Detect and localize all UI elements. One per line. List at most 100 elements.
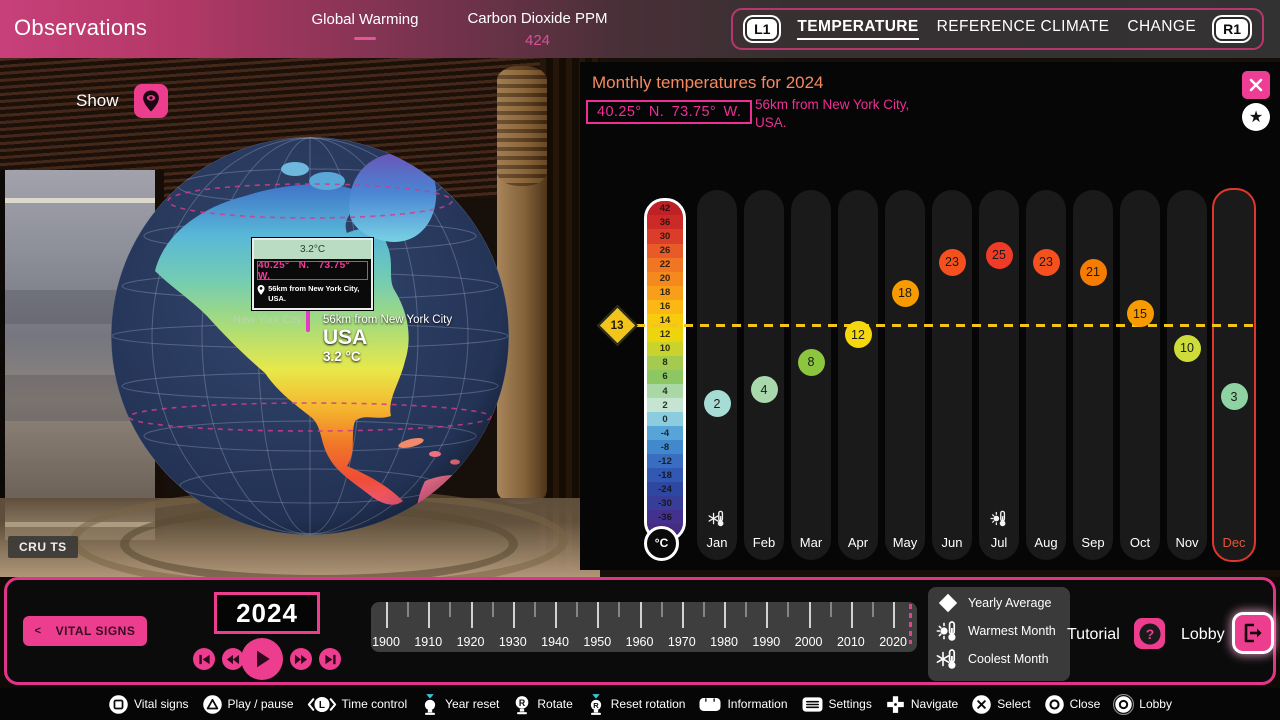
tooltip-coordinates: 40.25° N. 73.75° W. (257, 261, 368, 280)
timeline-tick-1975 (703, 602, 705, 617)
month-column-aug[interactable]: Aug (1026, 190, 1066, 560)
tab-change[interactable]: CHANGE (1127, 18, 1196, 40)
controller-hint-bar: Vital signsPlay / pauseLTime controlYear… (0, 688, 1280, 720)
timeline-cursor[interactable] (909, 604, 912, 644)
warmest-month-icon (979, 509, 1019, 528)
fast-forward-icon (294, 653, 308, 666)
timeline-tick-1920 (471, 602, 473, 628)
timeline-year-1900: 1900 (372, 635, 400, 649)
tab-reference-climate[interactable]: REFERENCE CLIMATE (937, 18, 1110, 40)
lobby-exit-button[interactable] (1235, 615, 1271, 651)
timeline-year-2020: 2020 (879, 635, 907, 649)
timeline-tick-1960 (640, 602, 642, 628)
hint-label: Select (997, 697, 1030, 711)
cross-button-icon (971, 694, 992, 715)
vital-signs-button[interactable]: < VITAL SIGNS (23, 616, 147, 646)
thermometer-tick--12: -12 (647, 454, 683, 468)
show-pins-button[interactable] (134, 84, 168, 118)
year-timeline[interactable]: 1900191019201930194019501960197019801990… (371, 602, 917, 652)
timeline-tick-1970 (682, 602, 684, 628)
timeline-tick-1985 (745, 602, 747, 617)
skip-to-end-button[interactable] (319, 648, 341, 670)
temperature-globe[interactable] (95, 121, 525, 551)
coolest-month-icon (697, 509, 737, 528)
l-button-arrows-icon: L (307, 694, 337, 715)
month-column-jan[interactable]: Jan (697, 190, 737, 560)
panel-location-line1: 56km from New York City, (755, 96, 909, 114)
thermometer-tick-8: 8 (647, 356, 683, 370)
touchpad-icon (698, 695, 722, 714)
hint-time-control: L Time control (307, 694, 408, 715)
thermometer-tick-30: 30 (647, 229, 683, 243)
month-column-dec[interactable]: Dec (1212, 188, 1256, 562)
tab-list: TEMPERATURE REFERENCE CLIMATE CHANGE (797, 18, 1196, 40)
month-column-may[interactable]: May (885, 190, 925, 560)
month-column-feb[interactable]: Feb (744, 190, 784, 560)
distance-label: 56km from New York City (323, 314, 452, 326)
legend-row-yearly-average: Yearly Average (928, 589, 1070, 617)
month-column-apr[interactable]: Apr (838, 190, 878, 560)
show-label: Show (76, 91, 119, 111)
legend-label: Yearly Average (968, 596, 1051, 610)
stick-right-icon: R (512, 693, 532, 716)
thermometer-tick-42: 42 (647, 201, 683, 215)
vital-signs-label: VITAL SIGNS (56, 624, 136, 638)
skip-end-icon (324, 653, 337, 666)
timeline-tick-1930 (513, 602, 515, 628)
timeline-year-1980: 1980 (710, 635, 738, 649)
thermometer-tick-26: 26 (647, 244, 683, 258)
hint-vital-signs: Vital signs (108, 694, 188, 715)
thermometer-tick-22: 22 (647, 258, 683, 272)
month-column-sep[interactable]: Sep (1073, 190, 1113, 560)
month-label-dec: Dec (1214, 535, 1254, 550)
timeline-tick-2015 (872, 602, 874, 617)
temperature-point-nov: 10 (1174, 335, 1201, 362)
close-panel-button[interactable] (1242, 71, 1270, 99)
triangle-button-icon (202, 694, 223, 715)
play-icon (252, 649, 272, 669)
skip-to-start-button[interactable] (193, 648, 215, 670)
month-column-nov[interactable]: Nov (1167, 190, 1207, 560)
hint-label: Close (1070, 697, 1101, 711)
tooltip-location-text: 56km from New York City, USA. (268, 284, 368, 304)
timeline-tick-1965 (661, 602, 663, 617)
r1-shoulder-key[interactable]: R1 (1214, 17, 1250, 41)
month-label-may: May (885, 535, 925, 550)
monthly-temperatures-panel: Monthly temperatures for 2024 40.25° N. … (580, 62, 1280, 570)
back-chevron-icon: < (35, 625, 42, 637)
month-label-aug: Aug (1026, 535, 1066, 550)
month-column-jun[interactable]: Jun (932, 190, 972, 560)
thermometer-tick--8: -8 (647, 440, 683, 454)
fast-forward-button[interactable] (290, 648, 312, 670)
month-column-oct[interactable]: Oct (1120, 190, 1160, 560)
temperature-point-sep: 21 (1080, 259, 1107, 286)
timeline-tick-1900 (386, 602, 388, 628)
legend-label: Warmest Month (968, 624, 1056, 638)
tab-temperature[interactable]: TEMPERATURE (797, 18, 918, 40)
thermometer-tick-16: 16 (647, 300, 683, 314)
timeline-tick-1980 (724, 602, 726, 628)
thermometer-tick--24: -24 (647, 482, 683, 496)
month-label-apr: Apr (838, 535, 878, 550)
temperature-point-may: 18 (892, 280, 919, 307)
timeline-tick-1905 (407, 602, 409, 617)
timeline-year-2010: 2010 (837, 635, 865, 649)
show-pins-row: Show (76, 84, 168, 118)
tutorial-button[interactable]: ? (1134, 618, 1165, 649)
timeline-year-1920: 1920 (457, 635, 485, 649)
hint-label: Time control (342, 697, 408, 711)
play-button[interactable] (241, 638, 283, 680)
favorite-star-button[interactable]: ★ (1242, 103, 1270, 131)
dpad-icon (885, 694, 906, 715)
current-year-display: 2024 (214, 592, 320, 634)
hint-lobby: Lobby (1113, 694, 1172, 715)
timeline-tick-1925 (492, 602, 494, 617)
timeline-year-1960: 1960 (626, 635, 654, 649)
l1-shoulder-key[interactable]: L1 (745, 17, 779, 41)
tooltip-location: 56km from New York City, USA. (254, 282, 371, 308)
app-root: Observations Global Warming Carbon Dioxi… (0, 0, 1280, 720)
hint-navigate: Navigate (885, 694, 958, 715)
global-warming-dash (354, 37, 376, 40)
timeline-year-1940: 1940 (541, 635, 569, 649)
co2-label: Carbon Dioxide PPM (455, 10, 620, 27)
